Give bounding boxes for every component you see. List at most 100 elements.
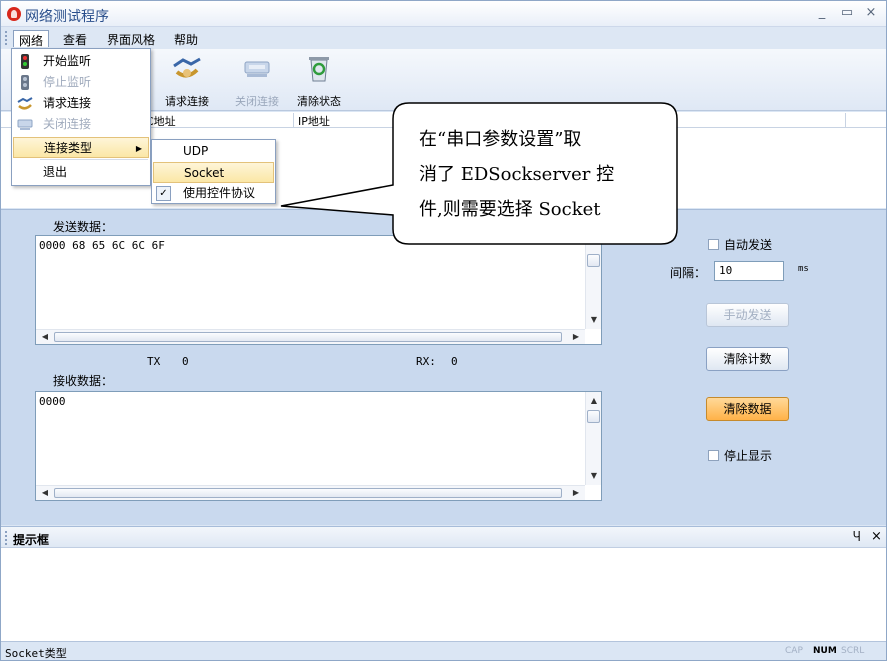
app-window: 网络测试程序 _ ▭ × 网络 查看 界面风格 帮助 请求连接 关闭连接 清除状… (0, 0, 887, 661)
scroll-left-arrow-icon[interactable]: ◀ (38, 486, 52, 500)
menu-start-listen[interactable]: 开始监听 (13, 51, 149, 72)
receive-vscroll-thumb[interactable] (587, 410, 600, 423)
receive-hscroll-thumb[interactable] (54, 488, 562, 498)
send-vscroll-thumb[interactable] (587, 254, 600, 267)
hint-panel-title: 提示框 (13, 533, 50, 547)
auto-send-label: 自动发送 (724, 238, 773, 252)
menu-stop-listen[interactable]: 停止监听 (13, 72, 149, 93)
receive-content: 0000 (39, 395, 66, 408)
scroll-right-arrow-icon[interactable]: ▶ (569, 486, 583, 500)
menu-help[interactable]: 帮助 (169, 30, 203, 47)
traffic-light-icon (17, 75, 33, 90)
scroll-right-arrow-icon[interactable]: ▶ (569, 330, 583, 344)
menu-close-connect-label: 关闭连接 (43, 117, 92, 131)
app-logo-icon (7, 7, 21, 21)
num-indicator: NUM (813, 646, 837, 656)
close-button[interactable]: × (863, 5, 879, 21)
menu-exit-label: 退出 (43, 165, 68, 179)
menu-exit[interactable]: 退出 (13, 162, 149, 183)
disconnect-icon (17, 117, 33, 132)
interval-input[interactable]: 10 (714, 261, 784, 281)
callout-line-2: 消了 EDSockserver 控 (419, 164, 615, 185)
receive-label: 接收数据： (53, 374, 114, 388)
menu-request-connect[interactable]: 请求连接 (13, 93, 149, 114)
send-hscroll-thumb[interactable] (54, 332, 562, 342)
submenu-udp[interactable]: UDP (153, 141, 274, 162)
auto-send-checkbox[interactable]: 自动发送 (708, 236, 772, 253)
tx-value: 0 (182, 355, 189, 368)
interval-unit: ms (798, 264, 809, 274)
stop-display-checkbox[interactable]: 停止显示 (708, 447, 772, 464)
clear-status-toolbar-button[interactable]: 清除状态 (288, 52, 350, 108)
disconnect-toolbar-label: 关闭连接 (235, 95, 279, 108)
clear-data-button[interactable]: 清除数据 (706, 397, 789, 421)
title-bar: 网络测试程序 _ ▭ × (1, 1, 886, 27)
tx-label: TX (147, 355, 161, 368)
column-mac[interactable]: C地址 (142, 113, 294, 128)
send-textarea[interactable]: 0000 68 65 6C 6C 6F ▼ ◀ ▶ (35, 235, 602, 345)
menu-style[interactable]: 界面风格 (102, 30, 160, 47)
clear-count-button[interactable]: 清除计数 (706, 347, 789, 371)
menu-connection-type[interactable]: 连接类型 ▶ (13, 137, 149, 158)
disconnect-toolbar-button[interactable]: 关闭连接 (226, 52, 288, 108)
rx-label: RX: (416, 355, 436, 368)
send-hscrollbar[interactable]: ◀ ▶ (36, 329, 585, 344)
scroll-left-arrow-icon[interactable]: ◀ (38, 330, 52, 344)
menu-request-connect-label: 请求连接 (43, 96, 92, 110)
menu-separator (40, 159, 148, 160)
handshake-icon (17, 96, 33, 111)
interval-label: 间隔： (670, 266, 707, 280)
rx-value: 0 (451, 355, 458, 368)
menu-view[interactable]: 查看 (58, 30, 92, 47)
receive-hscrollbar[interactable]: ◀ ▶ (36, 485, 585, 500)
maximize-button[interactable]: ▭ (839, 5, 855, 21)
disconnect-icon (241, 54, 273, 82)
connect-toolbar-button[interactable]: 请求连接 (156, 52, 218, 108)
scroll-down-arrow-icon[interactable]: ▼ (587, 313, 601, 327)
receive-vscrollbar[interactable]: ▲ ▼ (585, 392, 601, 485)
recycle-bin-icon (303, 54, 335, 82)
dock-grip (5, 531, 7, 545)
callout-text: 在“串口参数设置”取 消了 EDSockserver 控 件,则需要选择 Soc… (419, 122, 614, 227)
menu-start-listen-label: 开始监听 (43, 54, 92, 68)
submenu-use-control-protocol-label: 使用控件协议 (183, 186, 256, 200)
menu-network[interactable]: 网络 (13, 30, 50, 48)
submenu-use-control-protocol[interactable]: ✓ 使用控件协议 (153, 183, 274, 204)
status-bar: Socket类型 CAP NUM SCRL (1, 641, 886, 660)
clear-status-toolbar-label: 清除状态 (297, 95, 341, 108)
connection-type-submenu: UDP Socket ✓ 使用控件协议 (151, 139, 276, 204)
stop-display-checkbox-box[interactable] (708, 450, 719, 461)
menu-stop-listen-label: 停止监听 (43, 75, 92, 89)
submenu-arrow-icon: ▶ (135, 144, 142, 153)
receive-textarea[interactable]: 0000 ▲ ▼ ◀ ▶ (35, 391, 602, 501)
auto-send-checkbox-box[interactable] (708, 239, 719, 250)
connect-toolbar-label: 请求连接 (165, 95, 209, 108)
toolbar-grip (5, 31, 7, 45)
manual-send-button[interactable]: 手动发送 (706, 303, 789, 327)
send-vscrollbar[interactable]: ▼ (585, 236, 601, 329)
scroll-indicator: SCRL (841, 646, 865, 656)
send-label: 发送数据： (53, 220, 114, 234)
network-menu: 开始监听 停止监听 请求连接 关闭连接 连接类型 ▶ 退出 (11, 48, 151, 186)
scroll-down-arrow-icon[interactable]: ▼ (587, 469, 601, 483)
send-content: 0000 68 65 6C 6C 6F (39, 239, 165, 252)
data-panel: 发送数据： 0000 68 65 6C 6C 6F ▼ ◀ ▶ TX 0 RX:… (1, 209, 886, 525)
traffic-light-icon (17, 54, 33, 69)
handshake-icon (171, 54, 203, 82)
submenu-socket[interactable]: Socket (153, 162, 274, 183)
menu-close-connect[interactable]: 关闭连接 (13, 114, 149, 135)
hint-panel-body (1, 548, 886, 641)
menu-bar: 网络 查看 界面风格 帮助 (1, 27, 886, 49)
status-text: Socket类型 (5, 647, 67, 660)
minimize-button[interactable]: _ (814, 5, 830, 21)
scroll-up-arrow-icon[interactable]: ▲ (587, 394, 601, 408)
callout-line-1: 在“串口参数设置”取 (419, 129, 582, 150)
caps-indicator: CAP (785, 646, 803, 656)
callout-line-3: 件,则需要选择 Socket (419, 199, 601, 220)
checkmark-icon: ✓ (156, 186, 171, 201)
stop-display-label: 停止显示 (724, 449, 773, 463)
hint-panel-header: 提示框 Ⴗ × (1, 526, 886, 548)
window-title: 网络测试程序 (25, 9, 109, 25)
pin-icon[interactable]: Ⴗ (853, 530, 860, 544)
hint-close-icon[interactable]: × (871, 529, 882, 544)
